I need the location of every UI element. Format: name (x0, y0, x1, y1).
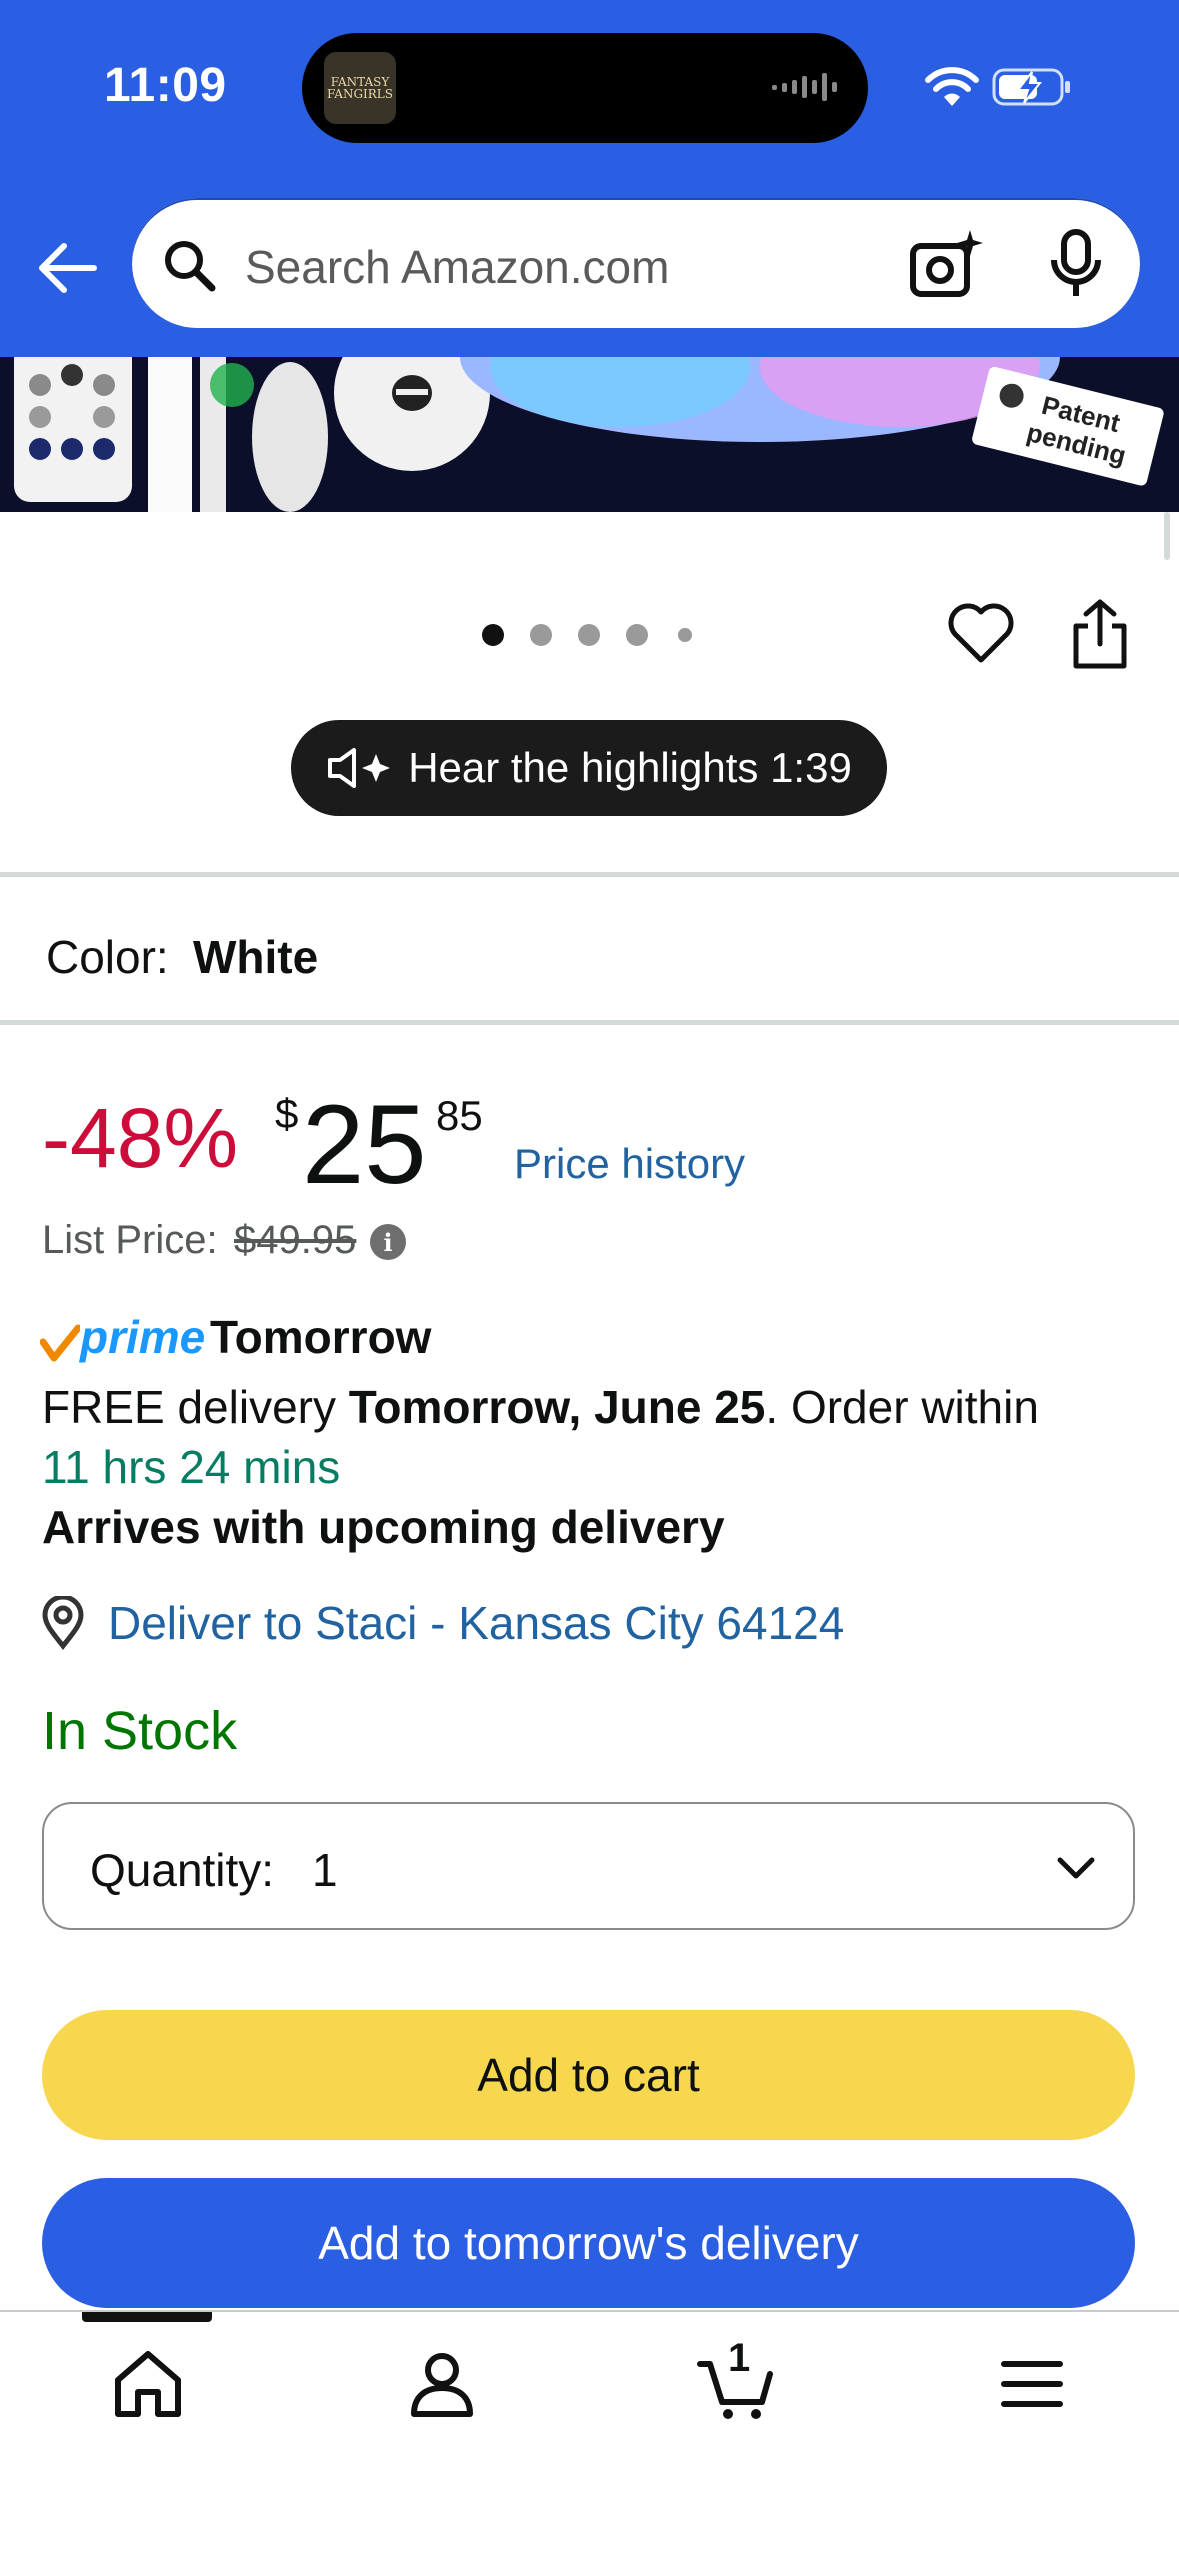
share-icon[interactable] (1068, 598, 1132, 670)
color-value: White (193, 931, 319, 983)
product-image-graphic: Patent pending (0, 357, 1179, 512)
location-pin-icon (42, 1596, 84, 1650)
add-to-tomorrow-delivery-button[interactable]: Add to tomorrow's delivery (42, 2178, 1135, 2308)
add-to-cart-label: Add to cart (477, 2049, 700, 2101)
back-arrow-icon[interactable] (34, 238, 98, 298)
stock-status: In Stock (42, 1701, 238, 1761)
price-history-link[interactable]: Price history (514, 1140, 745, 1188)
menu-icon[interactable] (992, 2344, 1072, 2424)
cable-graphic (148, 357, 192, 512)
search-input[interactable]: Search Amazon.com (245, 240, 669, 294)
order-countdown: 11 hrs 24 mins (42, 1441, 341, 1493)
carousel-dot-3[interactable] (578, 624, 600, 646)
active-tab-indicator (82, 2312, 212, 2322)
carousel-dot-2[interactable] (530, 624, 552, 646)
wifi-icon (925, 67, 979, 106)
info-icon[interactable]: i (370, 1224, 406, 1260)
deliver-to-link[interactable]: Deliver to Staci - Kansas City 64124 (108, 1596, 844, 1650)
section-divider (0, 872, 1179, 877)
product-image[interactable]: Patent pending (0, 357, 1179, 512)
free-delivery-text: FREE delivery Tomorrow, June 25. Order w… (42, 1380, 1039, 1434)
list-price-value: $49.95 (234, 1218, 357, 1262)
cart-count-badge: 1 (728, 2336, 751, 2380)
color-label: Color: (46, 931, 169, 983)
free-delivery-suffix: . Order within (765, 1381, 1039, 1433)
microphone-icon[interactable] (1046, 228, 1106, 300)
carousel-dot-5[interactable] (678, 628, 692, 642)
prime-check-icon (40, 1324, 80, 1362)
list-price-label: List Price: (42, 1218, 218, 1262)
status-time: 11:09 (104, 59, 227, 112)
free-delivery-prefix: FREE delivery (42, 1381, 349, 1433)
coiled-cord-graphic (252, 362, 328, 512)
chevron-down-icon (1057, 1857, 1095, 1879)
island-logo-text: FANTASY FANGIRLS (327, 75, 393, 101)
price-fraction: 85 (436, 1092, 483, 1139)
battery-charging-icon (992, 68, 1070, 106)
prime-delivery-day: Tomorrow (210, 1311, 432, 1363)
quantity-value: 1 (312, 1844, 338, 1896)
speaker-sparkle-icon (328, 748, 391, 788)
hear-highlights-button[interactable]: Hear the highlights 1:39 (291, 720, 887, 816)
add-to-tomorrow-label: Add to tomorrow's delivery (318, 2217, 859, 2269)
camera-search-icon[interactable] (908, 228, 984, 300)
home-icon[interactable] (108, 2344, 188, 2424)
section-divider (0, 1020, 1179, 1025)
prime-logo-text: prime (80, 1311, 206, 1363)
account-icon[interactable] (402, 2344, 482, 2424)
carousel-dot-4[interactable] (626, 624, 648, 646)
search-icon (165, 241, 216, 292)
audio-wave-icon (772, 73, 837, 101)
price-whole: 25 (302, 1082, 427, 1207)
carousel-dot-1[interactable] (482, 624, 504, 646)
scrollbar[interactable] (1164, 512, 1170, 560)
arrives-note: Arrives with upcoming delivery (42, 1501, 725, 1553)
hear-highlights-label: Hear the highlights 1:39 (408, 744, 852, 791)
island-app-logo: FANTASY FANGIRLS (324, 52, 396, 124)
discount-percent: -48% (42, 1091, 239, 1185)
add-to-cart-button[interactable]: Add to cart (42, 2010, 1135, 2140)
quantity-label: Quantity: (90, 1844, 275, 1896)
heart-icon[interactable] (946, 598, 1016, 668)
price-currency: $ (275, 1090, 299, 1137)
free-delivery-date: Tomorrow, June 25 (348, 1381, 766, 1433)
